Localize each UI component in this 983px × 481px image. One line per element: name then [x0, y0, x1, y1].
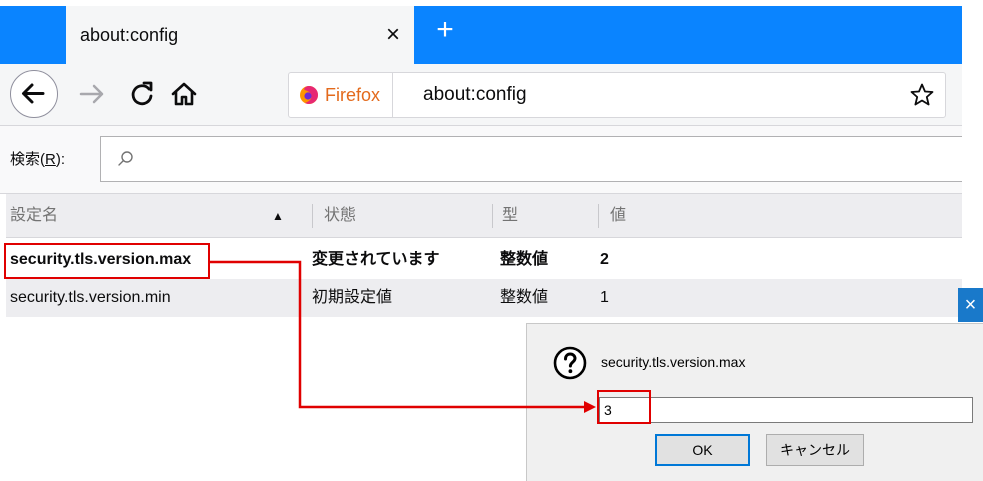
- column-header-status[interactable]: 状態: [324, 194, 356, 238]
- pref-status: 変更されています: [312, 251, 440, 268]
- pref-type: 整数値: [500, 251, 549, 268]
- new-tab-button[interactable]: +: [430, 15, 460, 46]
- back-button[interactable]: [10, 70, 58, 118]
- dialog-value-input[interactable]: [599, 397, 973, 423]
- ok-button[interactable]: OK: [655, 434, 750, 466]
- pref-value: 2: [600, 251, 609, 268]
- pref-status: 初期設定値: [312, 289, 393, 306]
- column-divider[interactable]: [492, 204, 493, 228]
- sort-ascending-icon[interactable]: ▲: [272, 194, 284, 238]
- home-icon: [171, 82, 197, 106]
- tab-about-config[interactable]: about:config ×: [66, 6, 414, 64]
- identity-box[interactable]: Firefox: [299, 73, 394, 117]
- forward-button[interactable]: [72, 74, 112, 114]
- cancel-button[interactable]: キャンセル: [766, 434, 864, 466]
- tab-close-icon[interactable]: ×: [386, 6, 400, 64]
- firefox-logo-icon: [300, 86, 318, 104]
- back-arrow-icon: [22, 83, 45, 104]
- dialog-close-button[interactable]: ×: [958, 288, 983, 322]
- reload-button[interactable]: [122, 74, 162, 114]
- url-bar[interactable]: Firefox about:config: [288, 72, 946, 118]
- bookmark-star-button[interactable]: [909, 82, 935, 108]
- question-icon: [553, 346, 587, 380]
- search-box[interactable]: [100, 136, 962, 182]
- prompt-dialog: security.tls.version.max OK キャンセル: [526, 323, 983, 481]
- star-icon: [910, 83, 934, 106]
- pref-type: 整数値: [500, 289, 549, 306]
- prefs-table-header: 設定名 ▲ 状態 型 値: [6, 194, 962, 238]
- dialog-message: security.tls.version.max: [601, 354, 746, 370]
- tab-title: about:config: [80, 25, 179, 45]
- home-button[interactable]: [164, 74, 204, 114]
- highlight-dialog-value: [597, 390, 651, 424]
- pref-name: security.tls.version.min: [10, 289, 171, 306]
- tab-strip: about:config × +: [0, 0, 962, 64]
- search-input[interactable]: [141, 137, 941, 181]
- column-header-name[interactable]: 設定名: [10, 194, 58, 238]
- url-text[interactable]: about:config: [423, 73, 527, 117]
- forward-arrow-icon: [79, 84, 104, 104]
- column-header-value[interactable]: 値: [610, 194, 626, 238]
- column-header-type[interactable]: 型: [502, 194, 518, 238]
- identity-label: Firefox: [325, 84, 381, 105]
- reload-icon: [131, 81, 153, 106]
- table-row[interactable]: security.tls.version.min 初期設定値 整数値 1: [6, 279, 962, 317]
- pref-value: 1: [600, 289, 609, 306]
- column-divider[interactable]: [598, 204, 599, 228]
- search-row: 検索(R):: [0, 126, 962, 194]
- search-icon: [118, 151, 133, 166]
- highlight-pref-name: [4, 243, 210, 279]
- nav-bar: Firefox about:config: [0, 64, 962, 126]
- search-label: 検索(R):: [10, 151, 66, 168]
- column-divider[interactable]: [312, 204, 313, 228]
